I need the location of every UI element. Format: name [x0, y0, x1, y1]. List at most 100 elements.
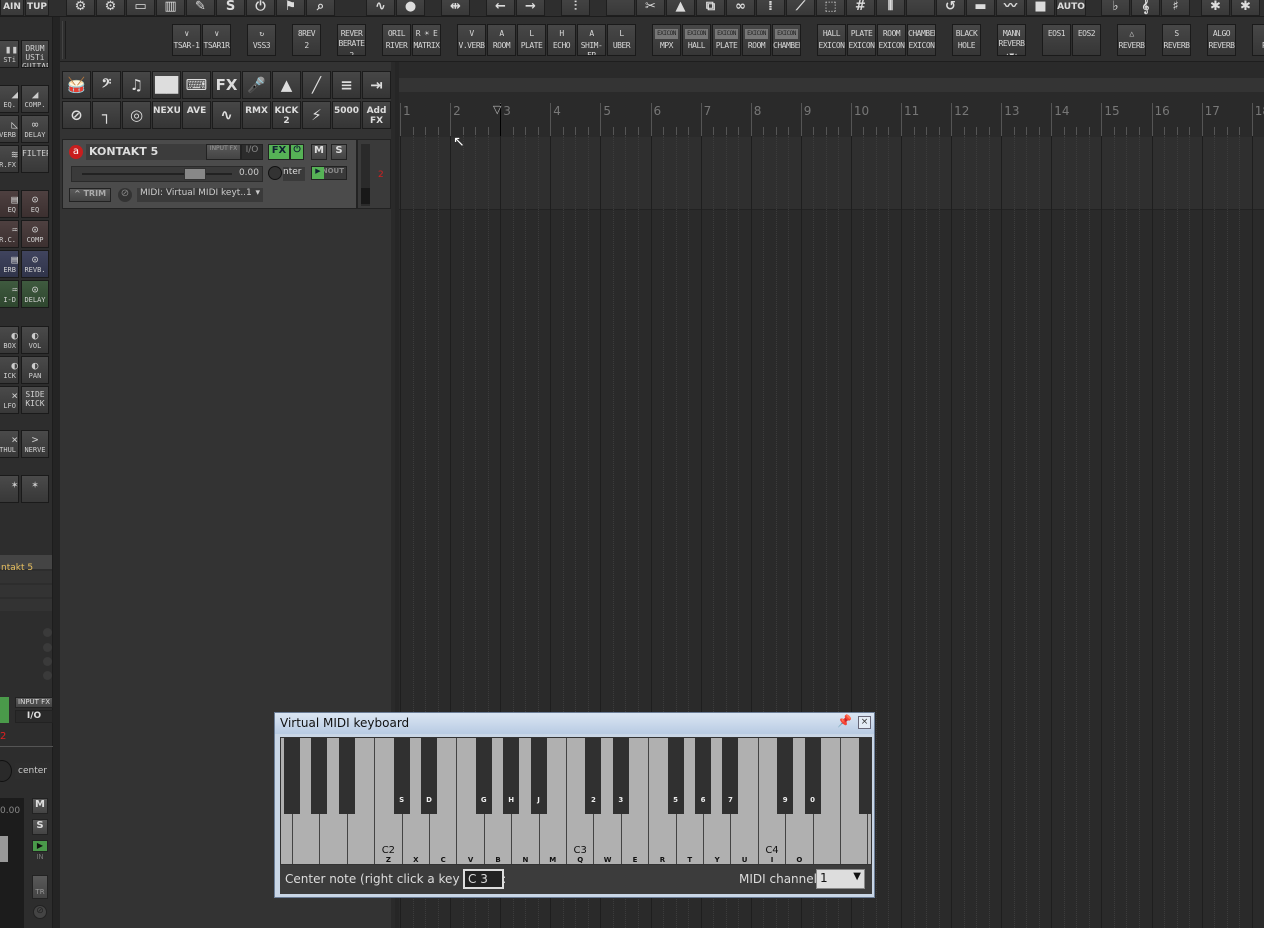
black-key[interactable]: D [421, 738, 437, 814]
instrument-button[interactable]: Add FX [362, 101, 391, 129]
mixer-play-button[interactable]: ▶ [32, 840, 48, 852]
toolbar-icon[interactable]: ✂ [636, 0, 665, 16]
instrument-button[interactable]: NEXUS [152, 101, 181, 129]
send-knob[interactable] [43, 643, 52, 652]
fx-preset-button[interactable]: 8REV 2 [292, 24, 321, 56]
marker-lane[interactable] [399, 78, 1264, 92]
mixer-mute-button[interactable]: M [32, 798, 48, 814]
toolbar-icon[interactable]: ⧉ [696, 0, 725, 16]
toolbar-icon[interactable]: ♭ [1101, 0, 1130, 16]
toolbar-icon[interactable]: ∞ [726, 0, 755, 16]
left-strip-button[interactable]: ⊙ COMP [21, 220, 49, 248]
black-key[interactable]: 6 [695, 738, 711, 814]
black-key[interactable]: 7 [722, 738, 739, 814]
track-volume-slider[interactable]: 0.00 [71, 166, 263, 182]
toolbar-icon[interactable]: → [516, 0, 545, 16]
toolbar-icon[interactable]: ♯ [1161, 0, 1190, 16]
instrument-button[interactable]: AVE [182, 101, 211, 129]
fx-preset-button[interactable]: HALL EXICON [817, 24, 846, 56]
left-strip-button[interactable]: ◐ BOX [0, 326, 19, 354]
left-strip-button[interactable]: × THUL [0, 430, 19, 458]
mixer-fx-button[interactable] [0, 697, 9, 723]
left-strip-button[interactable]: ✶ [21, 475, 49, 503]
fx-preset-button[interactable]: A ROOM [487, 24, 516, 56]
toolbar-icon[interactable]: ⇹ [441, 0, 470, 16]
toolbar-icon[interactable]: ⚑ [276, 0, 305, 16]
mixer-fader-handle[interactable] [0, 836, 8, 862]
track-input-fx-button[interactable]: INPUT FX [206, 144, 241, 160]
instrument-button[interactable]: ♫ [122, 71, 151, 99]
instrument-button[interactable]: ⚡ [302, 101, 331, 129]
fx-preset-button[interactable]: PLATE EXICON [847, 24, 876, 56]
fx-preset-button[interactable]: EXICON PLATE [712, 24, 741, 56]
fx-preset-button[interactable]: EXICON MPX [652, 24, 681, 56]
fx-preset-button[interactable]: EXICON ROOM [742, 24, 771, 56]
volume-slider-handle[interactable] [184, 168, 206, 180]
track-fx-bypass-button[interactable]: ⏻ [290, 144, 304, 160]
black-key[interactable] [859, 738, 871, 814]
left-strip-button[interactable]: ⊙ DELAY [21, 280, 49, 308]
fx-preset-button[interactable]: S REVERB [1162, 24, 1191, 56]
left-strip-button[interactable]: > NERVE [21, 430, 49, 458]
playhead-marker-icon[interactable]: ▽ [493, 103, 501, 116]
fx-preset-button[interactable]: ∨ TSAR1R [202, 24, 231, 56]
toolbar-icon[interactable]: ← [486, 0, 515, 16]
pan-knob[interactable] [268, 166, 282, 180]
instrument-button[interactable]: ╱ [302, 71, 331, 99]
toolbar-icon[interactable]: ✱ [1201, 0, 1230, 16]
toolbar-icon[interactable]: ⌕ [306, 0, 335, 16]
left-strip-button[interactable]: ♒ R.C. [0, 220, 19, 248]
toolbar-icon[interactable]: ⚙ [96, 0, 125, 16]
left-strip-button[interactable]: × LFO [0, 386, 19, 414]
fx-preset-button[interactable]: EXICON CHAMBER [772, 24, 801, 56]
black-key[interactable] [311, 738, 328, 814]
track-name[interactable]: KONTAKT 5 [86, 144, 206, 160]
black-key[interactable]: G [475, 738, 492, 814]
fx-preset-button[interactable]: BLACK HOLE [952, 24, 981, 56]
black-key[interactable]: S [393, 738, 410, 814]
fx-preset-button[interactable]: EXICON HALL [682, 24, 711, 56]
left-strip-button[interactable]: ∞ DELAY [21, 115, 49, 143]
mixer-io-button[interactable]: I/O [15, 710, 53, 723]
fx-preset-button[interactable]: CHAMBER EXICON [907, 24, 936, 56]
left-strip-button[interactable]: ◐ VOL [21, 326, 49, 354]
black-key[interactable]: 5 [667, 738, 684, 814]
toolbar-icon[interactable]: ↺ [936, 0, 965, 16]
left-strip-button[interactable]: ♒ I-D [0, 280, 19, 308]
track-io-button[interactable]: I/O [241, 144, 263, 160]
toolbar-icon[interactable]: ● [396, 0, 425, 16]
track-header[interactable]: a KONTAKT 5 INPUT FX I/O FX ⏻ M S 0.00 n… [62, 139, 357, 209]
track-lane[interactable] [399, 137, 1264, 210]
left-strip-button[interactable]: ◢ COMP. [21, 85, 49, 113]
toolbar-icon[interactable]: ⫶ [561, 0, 590, 16]
mixer-track-name[interactable]: ntakt 5 [0, 555, 52, 573]
fx-preset-button[interactable]: ↻ VSS3 [247, 24, 276, 56]
fx-preset-button[interactable]: MANN REVERB ▲▼▲ [997, 24, 1026, 56]
fx-preset-button[interactable]: ROOM EXICON [877, 24, 906, 56]
toolbar-icon[interactable]: ⁞ [756, 0, 785, 16]
instrument-button[interactable]: ⌨ [182, 71, 211, 99]
left-strip-button[interactable]: SIDE KICK [21, 386, 49, 414]
instrument-button[interactable]: KICK 2 [272, 101, 301, 129]
fx-preset-button[interactable]: EOS2 [1072, 24, 1101, 56]
instrument-button[interactable]: ██ [152, 71, 181, 99]
dock-divider[interactable] [53, 17, 60, 928]
toolbar-icon[interactable]: ⟋ [786, 0, 815, 16]
window-title-bar[interactable]: Virtual MIDI keyboard 📌 × [275, 713, 874, 734]
left-strip-button[interactable]: ▤ EQ [0, 190, 19, 218]
instrument-button[interactable]: ▲ [272, 71, 301, 99]
instrument-button[interactable]: 🥁 [62, 71, 91, 99]
instrument-button[interactable]: ⊘ [62, 101, 91, 129]
midi-channel-select[interactable]: 1 ▼ [816, 869, 865, 889]
toolbar-icon[interactable]: ■ [1026, 0, 1055, 16]
toolbar-icon[interactable]: ⬚ [816, 0, 845, 16]
mixer-fader-area[interactable]: 0.00 [0, 798, 24, 928]
fx-preset-button[interactable]: ERE [1252, 24, 1264, 56]
fx-preset-button[interactable]: R ☀ E MATRIX [412, 24, 441, 56]
toolbar-icon[interactable]: 𝄞 [1131, 0, 1160, 16]
fx-preset-button[interactable]: L UBER [607, 24, 636, 56]
phase-icon[interactable]: ⊘ [33, 905, 47, 919]
track-solo-button[interactable]: S [331, 144, 347, 160]
send-knob[interactable] [43, 671, 52, 680]
toolbar-icon[interactable]: # [846, 0, 875, 16]
